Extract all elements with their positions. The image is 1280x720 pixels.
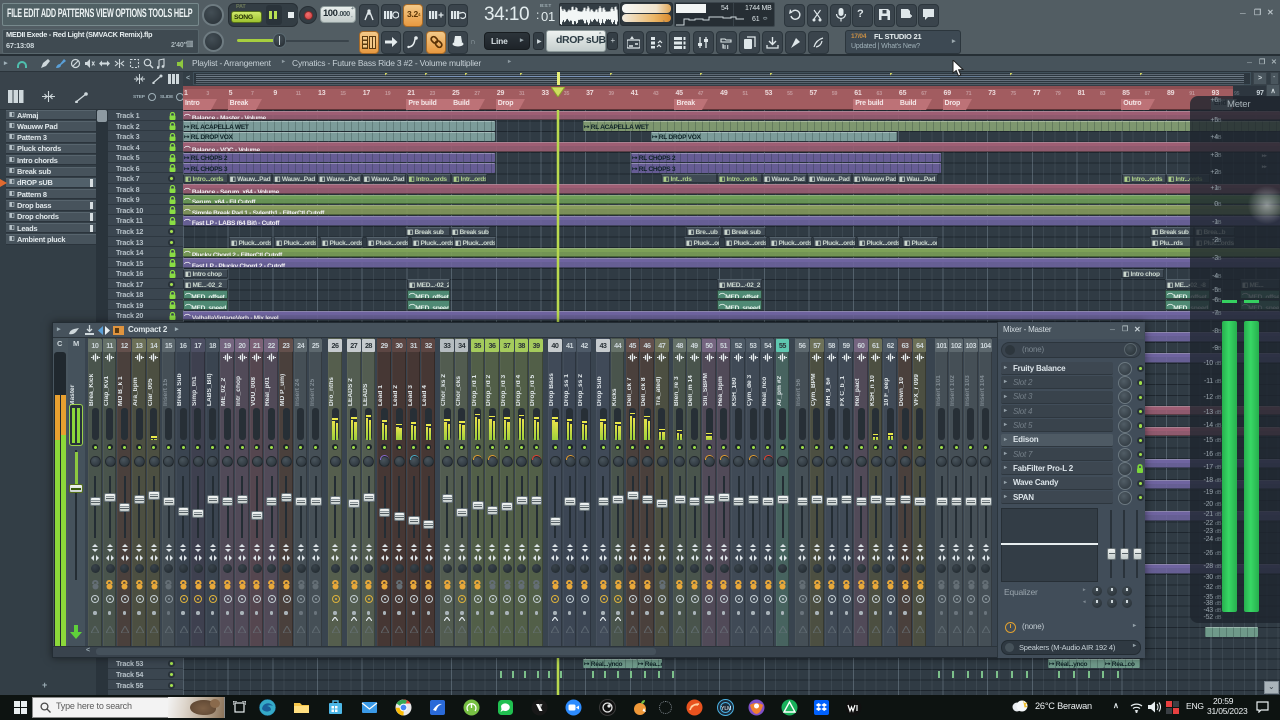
svg-text:YLM: YLM [721,706,731,712]
